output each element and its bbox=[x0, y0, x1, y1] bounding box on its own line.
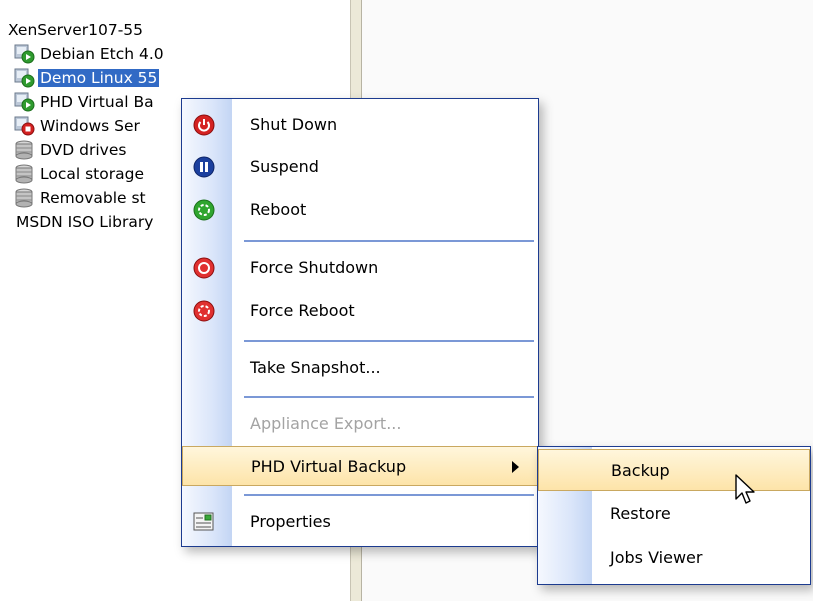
menu-item-label: Appliance Export... bbox=[250, 414, 402, 433]
submenu-item-backup[interactable]: Backup bbox=[538, 449, 810, 491]
menu-item-label: Backup bbox=[611, 461, 670, 480]
power-icon bbox=[193, 114, 215, 136]
pause-icon bbox=[193, 156, 215, 178]
tree-node-label: DVD drives bbox=[40, 141, 127, 159]
vm-stopped-icon bbox=[14, 116, 35, 136]
menu-item-phd-virtual-backup[interactable]: PHD Virtual Backup bbox=[182, 446, 538, 486]
menu-item-label: Reboot bbox=[250, 200, 307, 219]
submenu-arrow-icon bbox=[512, 461, 519, 473]
menu-separator bbox=[244, 340, 534, 342]
phd-backup-submenu: Backup Restore Jobs Viewer bbox=[537, 446, 811, 585]
menu-item-label: PHD Virtual Backup bbox=[251, 457, 407, 476]
menu-item-appliance-export: Appliance Export... bbox=[182, 404, 538, 444]
vm-running-icon bbox=[14, 92, 35, 112]
tree-node-label: Removable st bbox=[40, 189, 146, 207]
tree-node-storage-removable[interactable]: Removable st bbox=[15, 186, 148, 210]
tree-node-vm-windows[interactable]: Windows Ser bbox=[14, 114, 142, 138]
tree-node-server[interactable]: XenServer107-55 bbox=[6, 18, 145, 42]
menu-item-label: Jobs Viewer bbox=[610, 548, 703, 567]
tree-node-label: PHD Virtual Ba bbox=[40, 93, 154, 111]
storage-icon bbox=[15, 188, 33, 208]
tree-node-storage-local[interactable]: Local storage bbox=[15, 162, 146, 186]
menu-item-label: Suspend bbox=[250, 157, 319, 176]
menu-item-reboot[interactable]: Reboot bbox=[182, 190, 538, 230]
menu-separator bbox=[244, 396, 534, 398]
menu-separator bbox=[244, 494, 534, 496]
submenu-item-jobs-viewer[interactable]: Jobs Viewer bbox=[538, 538, 810, 578]
vm-running-icon bbox=[14, 44, 35, 64]
menu-item-label: Restore bbox=[610, 504, 671, 523]
menu-item-shut-down[interactable]: Shut Down bbox=[182, 105, 538, 145]
menu-item-force-reboot[interactable]: Force Reboot bbox=[182, 291, 538, 331]
tree-node-vm-debian[interactable]: Debian Etch 4.0 bbox=[14, 42, 166, 66]
storage-icon bbox=[15, 164, 33, 184]
tree-node-vm-demo-linux[interactable]: Demo Linux 55 bbox=[14, 66, 160, 90]
tree-node-label: Demo Linux 55 bbox=[38, 69, 160, 87]
submenu-item-restore[interactable]: Restore bbox=[538, 494, 810, 534]
tree-node-label: MSDN ISO Library bbox=[16, 213, 154, 231]
reboot-icon bbox=[193, 199, 215, 221]
tree-node-label: Local storage bbox=[40, 165, 144, 183]
menu-item-suspend[interactable]: Suspend bbox=[182, 147, 538, 187]
properties-icon bbox=[193, 512, 214, 531]
vm-context-menu: Shut Down Suspend Reboot Force Shutdown … bbox=[181, 98, 539, 547]
menu-separator bbox=[244, 240, 534, 242]
vm-running-icon bbox=[14, 68, 35, 88]
menu-item-force-shutdown[interactable]: Force Shutdown bbox=[182, 248, 538, 288]
menu-item-label: Properties bbox=[250, 512, 331, 531]
tree-node-label: Debian Etch 4.0 bbox=[40, 45, 164, 63]
menu-item-label: Take Snapshot... bbox=[250, 358, 381, 377]
menu-item-properties[interactable]: Properties bbox=[182, 502, 538, 542]
force-shutdown-icon bbox=[193, 257, 215, 279]
tree-node-vm-phd[interactable]: PHD Virtual Ba bbox=[14, 90, 156, 114]
menu-item-take-snapshot[interactable]: Take Snapshot... bbox=[182, 348, 538, 388]
menu-item-label: Force Shutdown bbox=[250, 258, 379, 277]
force-reboot-icon bbox=[193, 300, 215, 322]
mouse-pointer-icon bbox=[735, 474, 755, 504]
tree-node-iso-library[interactable]: MSDN ISO Library bbox=[14, 210, 155, 234]
tree-node-label: XenServer107-55 bbox=[8, 21, 144, 39]
menu-item-label: Force Reboot bbox=[250, 301, 355, 320]
tree-node-storage-dvd[interactable]: DVD drives bbox=[15, 138, 128, 162]
menu-item-label: Shut Down bbox=[250, 115, 338, 134]
tree-node-label: Windows Ser bbox=[40, 117, 140, 135]
storage-icon bbox=[15, 140, 33, 160]
